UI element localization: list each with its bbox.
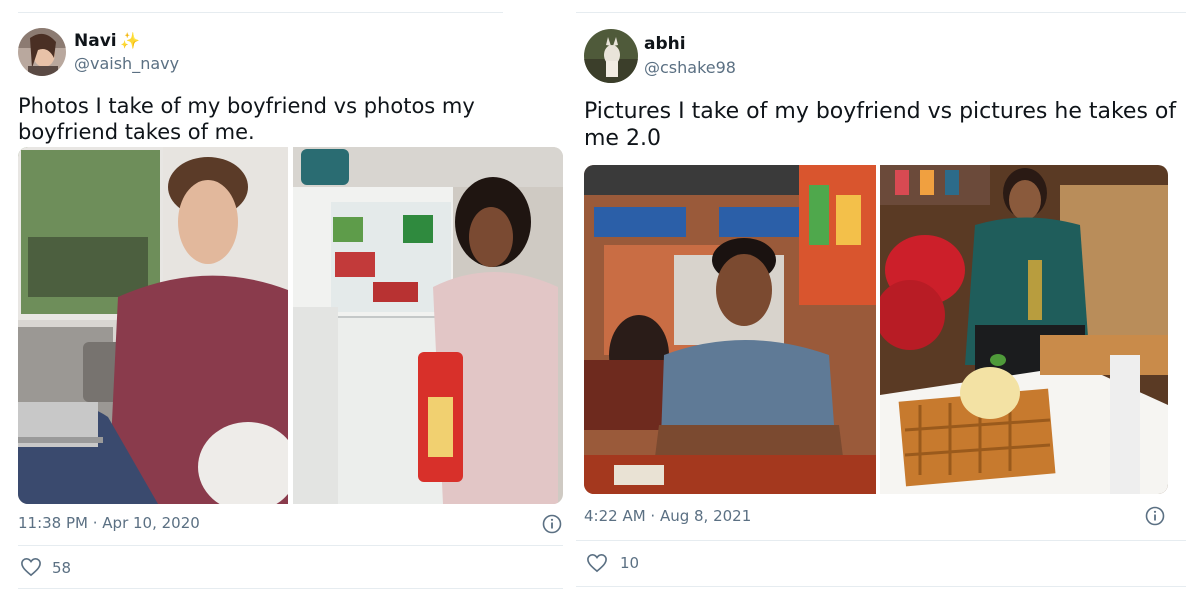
display-name[interactable]: Navi	[74, 31, 117, 51]
sparkle-icon: ✨	[120, 31, 140, 50]
tweet-bottom-border	[18, 588, 563, 589]
tweet-text: Pictures I take of my boyfriend vs pictu…	[584, 99, 1177, 151]
tweet-divider	[576, 540, 1186, 541]
tweet-divider	[18, 545, 563, 546]
tweet-photo-2[interactable]	[293, 147, 563, 504]
info-icon[interactable]	[1145, 506, 1165, 526]
heart-outline-icon[interactable]	[586, 553, 608, 573]
tweet-text: Photos I take of my boyfriend vs photos …	[18, 94, 475, 144]
user-handle[interactable]: @vaish_navy	[74, 54, 179, 73]
tweet-abhi: abhi @cshake98 Pictures I take of my boy…	[572, 0, 1200, 600]
like-count: 58	[52, 559, 72, 577]
user-handle[interactable]: @cshake98	[644, 58, 736, 77]
tweet-top-border	[576, 12, 1186, 13]
tweet-timestamp[interactable]: 11:38 PM · Apr 10, 2020	[18, 514, 200, 532]
tweet-photo-2[interactable]	[880, 165, 1168, 494]
tweet-top-border	[18, 12, 503, 13]
info-icon[interactable]	[542, 514, 562, 534]
heart-outline-icon[interactable]	[20, 557, 42, 577]
display-name[interactable]: abhi	[644, 34, 686, 54]
avatar[interactable]	[18, 28, 66, 76]
like-count: 10	[620, 554, 640, 572]
tweet-bottom-border	[576, 586, 1186, 587]
avatar[interactable]	[584, 29, 638, 83]
tweet-photo-1[interactable]	[584, 165, 876, 494]
tweet-timestamp[interactable]: 4:22 AM · Aug 8, 2021	[584, 507, 751, 525]
tweet-photo-1[interactable]	[18, 147, 288, 504]
tweet-navi: Navi ✨ @vaish_navy Photos I take of my b…	[0, 0, 580, 600]
